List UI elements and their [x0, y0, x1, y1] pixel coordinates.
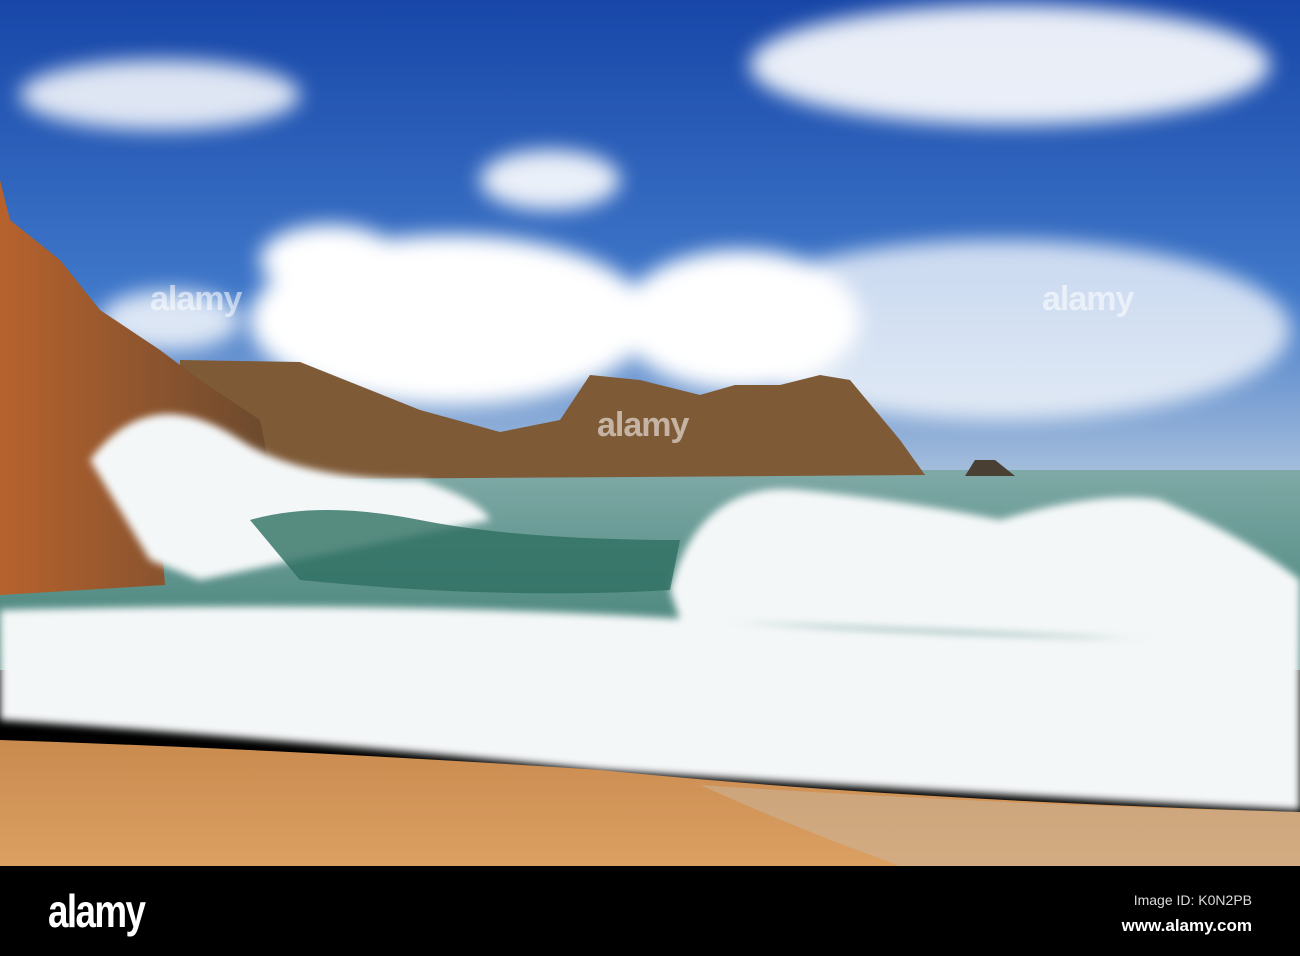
watermark-text: alamy — [150, 280, 242, 318]
watermark-text: alamy — [1042, 280, 1134, 318]
image-id-label: Image ID: K0N2PB — [1133, 892, 1252, 908]
website-link[interactable]: www.alamy.com — [1122, 916, 1252, 936]
alamy-logo: alamy — [48, 885, 146, 937]
watermark-text: alamy — [597, 406, 689, 444]
footer-bar: alamy Image ID: K0N2PB www.alamy.com — [0, 866, 1300, 956]
